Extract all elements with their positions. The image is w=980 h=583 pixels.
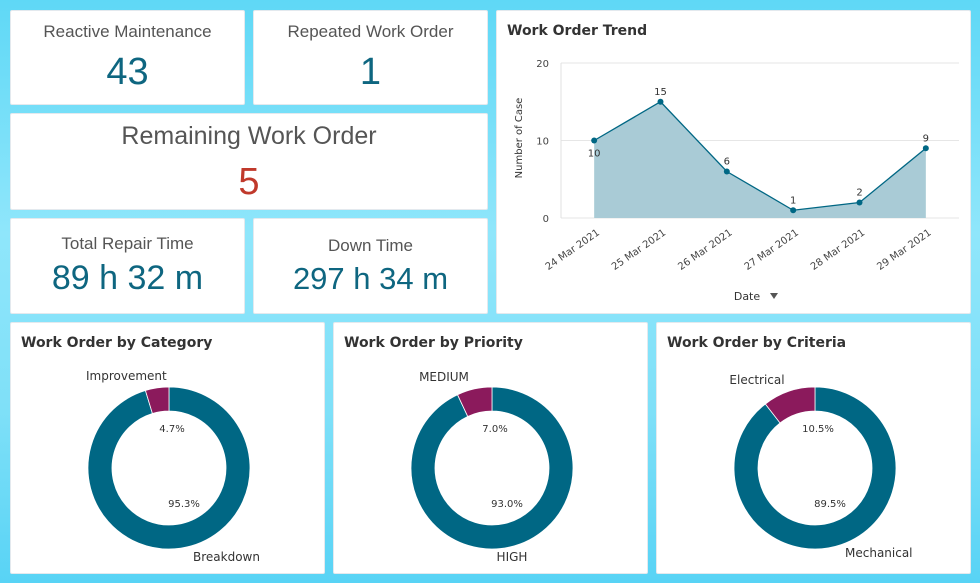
slice-percent-label: 89.5% bbox=[814, 499, 846, 510]
data-point bbox=[591, 137, 598, 144]
slice-percent-label: 7.0% bbox=[482, 424, 507, 435]
x-tick-label: 27 Mar 2021 bbox=[743, 227, 801, 272]
data-label: 1 bbox=[790, 195, 796, 206]
slice-percent-label: 10.5% bbox=[802, 424, 834, 435]
criteria-donut-chart: 89.5% 10.5% Mechanical Electrical bbox=[729, 373, 913, 560]
reactive-maintenance-card[interactable]: Reactive Maintenance 43 bbox=[10, 10, 245, 105]
work-order-by-criteria-card[interactable]: Work Order by Criteria 89.5% 10.5% Mechani… bbox=[656, 322, 971, 574]
data-point bbox=[723, 168, 730, 175]
x-tick-label: 29 Mar 2021 bbox=[875, 227, 933, 272]
kpi-value: 89 h 32 m bbox=[51, 259, 204, 297]
y-tick-label: 10 bbox=[536, 137, 549, 148]
y-tick-label: 20 bbox=[536, 59, 549, 70]
slice-category-label: MEDIUM bbox=[419, 370, 469, 384]
kpi-label: Down Time bbox=[327, 236, 414, 255]
slice-percent-label: 4.7% bbox=[159, 424, 184, 435]
slice-percent-label: 95.3% bbox=[168, 499, 200, 510]
trend-area bbox=[594, 101, 926, 218]
kpi-label: Total Repair Time bbox=[61, 234, 194, 253]
slice-category-label: Mechanical bbox=[845, 546, 913, 560]
kpi-value-red: 5 bbox=[238, 161, 260, 203]
category-donut-chart: 95.3% 4.7% Breakdown Improvement bbox=[86, 369, 260, 564]
kpi-value: 1 bbox=[359, 51, 382, 93]
kpi-label: Repeated Work Order bbox=[287, 22, 454, 41]
kpi-label: Reactive Maintenance bbox=[43, 22, 212, 41]
kpi-value: 297 h 34 m bbox=[292, 261, 449, 296]
x-tick-label: 28 Mar 2021 bbox=[809, 227, 867, 272]
slice-category-label: Electrical bbox=[729, 373, 784, 387]
kpi-label: Remaining Work Order bbox=[121, 122, 377, 150]
y-axis-title: Number of Case bbox=[514, 98, 525, 179]
data-label: 15 bbox=[654, 87, 667, 98]
slice-category-label: Improvement bbox=[86, 369, 167, 383]
data-label: 6 bbox=[724, 157, 730, 168]
repeated-work-order-card[interactable]: Repeated Work Order 1 bbox=[253, 10, 488, 105]
data-label: 9 bbox=[923, 133, 929, 144]
work-order-trend-card[interactable]: Work Order Trend Number of Case Date 0 10… bbox=[496, 10, 971, 314]
slice-category-label: Breakdown bbox=[193, 550, 260, 564]
kpi-value: 43 bbox=[106, 51, 149, 93]
data-point bbox=[856, 199, 863, 206]
work-order-by-priority-card[interactable]: Work Order by Priority 93.0% 7.0% HIGH MEDI… bbox=[333, 322, 648, 574]
triangle-down-icon[interactable] bbox=[770, 293, 778, 299]
data-label: 2 bbox=[856, 188, 862, 199]
x-tick-label: 25 Mar 2021 bbox=[610, 227, 668, 272]
priority-donut-chart: 93.0% 7.0% HIGH MEDIUM bbox=[410, 370, 574, 564]
work-order-by-category-card[interactable]: Work Order by Category 95.3% 4.7% Breakdow… bbox=[10, 322, 325, 574]
data-point bbox=[657, 98, 664, 105]
x-axis-title: Date bbox=[734, 290, 761, 303]
total-repair-time-card[interactable]: Total Repair Time 89 h 32 m bbox=[10, 218, 245, 314]
down-time-card[interactable]: Down Time 297 h 34 m bbox=[253, 218, 488, 314]
data-label: 10 bbox=[588, 149, 601, 160]
data-point bbox=[922, 145, 929, 152]
x-tick-label: 24 Mar 2021 bbox=[544, 227, 602, 272]
slice-percent-label: 93.0% bbox=[491, 499, 523, 510]
slice-category-label: HIGH bbox=[497, 550, 528, 564]
remaining-work-order-card[interactable]: Remaining Work Order 5 bbox=[10, 113, 488, 210]
y-tick-label: 0 bbox=[543, 214, 549, 225]
x-tick-label: 26 Mar 2021 bbox=[676, 227, 734, 272]
data-point bbox=[790, 207, 797, 214]
trend-chart: Number of Case Date 0 10 20 10 24 Mar 2021 15… bbox=[514, 59, 959, 303]
